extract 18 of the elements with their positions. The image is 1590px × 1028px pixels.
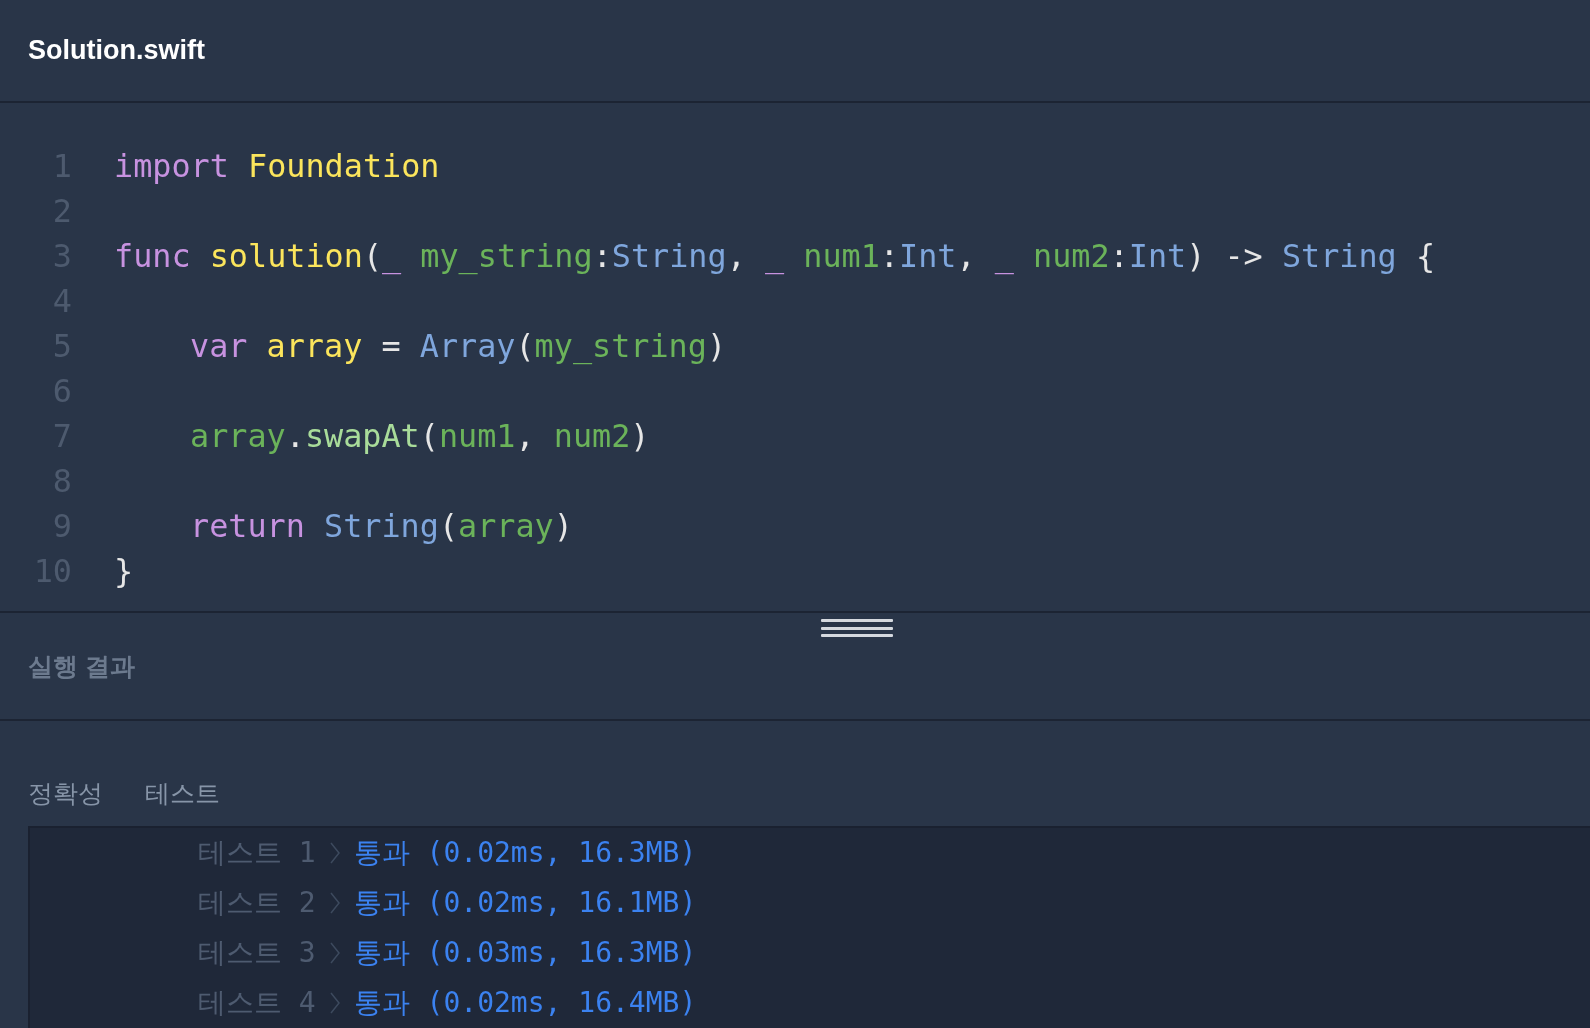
results-title: 실행 결과 bbox=[28, 650, 135, 682]
resize-handle-icon[interactable] bbox=[821, 619, 893, 637]
code-line: import Foundation bbox=[114, 147, 440, 184]
code-line: } bbox=[114, 552, 134, 589]
test-result: 통과 (0.03ms, 16.3MB) bbox=[353, 935, 697, 971]
file-name-tab[interactable]: Solution.swift bbox=[28, 35, 205, 66]
chevron-icon bbox=[329, 842, 340, 864]
code-line: var array = Array(my_string) bbox=[190, 327, 727, 364]
code-line: return String(array) bbox=[190, 507, 573, 544]
section-title: 정확성 테스트 bbox=[28, 778, 221, 809]
code-line: func solution(_ my_string:String, _ num1:Int, _ num2:Int) -> String { bbox=[114, 237, 1436, 274]
chevron-icon bbox=[329, 942, 340, 964]
test-result: 통과 (0.02ms, 16.1MB) bbox=[353, 885, 697, 921]
chevron-icon bbox=[329, 992, 340, 1014]
test-result: 통과 (0.02ms, 16.4MB) bbox=[353, 985, 697, 1021]
chevron-icon bbox=[329, 892, 340, 914]
test-result: 통과 (0.02ms, 16.3MB) bbox=[353, 835, 697, 871]
code-line: array.swapAt(num1, num2) bbox=[190, 417, 650, 454]
